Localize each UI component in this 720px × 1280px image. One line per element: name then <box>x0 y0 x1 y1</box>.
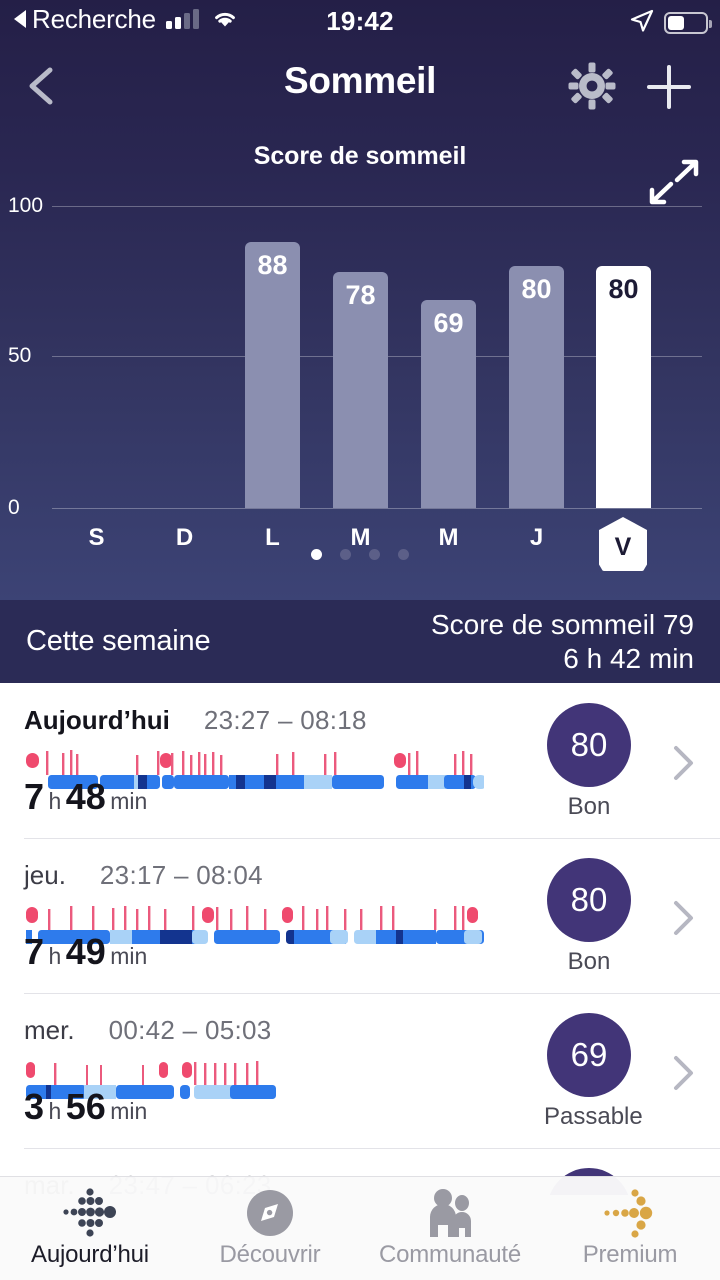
bar-value-J: 80 <box>521 274 552 304</box>
nights-list[interactable]: Aujourd’hui 23:27 – 08:18 7 h 48 min 80 … <box>0 683 720 1195</box>
sleep-duration: 7 h 49 min <box>24 931 147 973</box>
duration-minutes-unit: min <box>110 1098 148 1124</box>
duration-hours-unit: h <box>48 788 62 814</box>
week-summary-title: Cette semaine <box>26 625 211 657</box>
bar-value-V: 80 <box>608 274 639 304</box>
score-quality-label: Passable <box>544 1103 643 1130</box>
x-label-M1[interactable]: M <box>333 524 388 552</box>
dot-cluster-icon <box>0 1187 180 1239</box>
tab-label-communaute: Communauté <box>378 1241 522 1268</box>
list-item[interactable]: Aujourd’hui 23:27 – 08:18 7 h 48 min 80 … <box>0 683 720 838</box>
tab-decouvrir[interactable]: Découvrir <box>180 1177 360 1280</box>
week-summary-duration: 6 h 42 min <box>563 642 694 674</box>
gridline-100 <box>52 206 702 207</box>
chart-pager[interactable] <box>0 549 720 560</box>
chevron-right-icon[interactable] <box>668 898 698 938</box>
tab-bar[interactable]: Aujourd’hui Découvrir Communauté Premium <box>0 1176 720 1280</box>
premium-dots-icon <box>540 1187 720 1239</box>
row-day-label: Aujourd’hui <box>24 705 170 735</box>
bar-M1[interactable]: 78 <box>333 272 388 508</box>
list-item[interactable]: jeu. 23:17 – 08:04 7 h 49 min 80 Bon <box>0 838 720 993</box>
duration-hours-unit: h <box>48 943 62 969</box>
bar-V-today[interactable]: 80 <box>596 266 651 508</box>
score-badge: 80 Bon <box>544 703 634 821</box>
x-label-S[interactable]: S <box>69 524 124 552</box>
sleep-duration: 7 h 48 min <box>24 776 147 818</box>
duration-minutes-unit: min <box>110 943 148 969</box>
tab-premium[interactable]: Premium <box>540 1177 720 1280</box>
x-label-L[interactable]: L <box>245 524 300 552</box>
tab-communaute[interactable]: Communauté <box>360 1177 540 1280</box>
chevron-right-icon[interactable] <box>668 743 698 783</box>
score-circle: 80 <box>547 703 631 787</box>
x-label-J[interactable]: J <box>509 524 564 552</box>
bar-chart: 100 50 0 88 78 69 80 80 S D L M M J V <box>0 0 720 600</box>
bar-J[interactable]: 80 <box>509 266 564 508</box>
row-day-label: jeu. <box>24 860 66 890</box>
row-time-range: 23:17 – 08:04 <box>99 860 263 890</box>
x-label-M2[interactable]: M <box>421 524 476 552</box>
x-label-V-selected[interactable]: V <box>599 517 647 571</box>
x-label-D[interactable]: D <box>157 524 212 552</box>
score-badge: 80 Bon <box>544 858 634 976</box>
tab-label-premium: Premium <box>582 1241 678 1268</box>
bar-L[interactable]: 88 <box>245 242 300 508</box>
y-tick-100: 100 <box>8 194 44 217</box>
tab-label-decouvrir: Découvrir <box>219 1241 321 1268</box>
duration-hours: 7 <box>24 931 45 972</box>
duration-hours-unit: h <box>48 1098 62 1124</box>
sleep-duration: 3 h 56 min <box>24 1086 147 1128</box>
bar-value-L: 88 <box>257 250 288 280</box>
score-badge: 69 Passable <box>544 1013 643 1131</box>
compass-icon <box>180 1187 360 1239</box>
score-circle: 69 <box>547 1013 631 1097</box>
week-summary-band[interactable]: Cette semaine Score de sommeil 79 6 h 42… <box>0 600 720 683</box>
week-summary-stats: Score de sommeil 79 6 h 42 min <box>431 608 694 676</box>
duration-hours: 3 <box>24 1086 45 1127</box>
bar-value-M2: 69 <box>433 308 464 338</box>
duration-minutes: 49 <box>65 931 106 972</box>
duration-minutes: 56 <box>65 1086 106 1127</box>
duration-minutes: 48 <box>65 776 106 817</box>
row-time-range: 23:27 – 08:18 <box>203 705 367 735</box>
pager-dot-2[interactable] <box>340 549 351 560</box>
tab-aujourdhui[interactable]: Aujourd’hui <box>0 1177 180 1280</box>
week-summary-score: Score de sommeil 79 <box>430 608 694 640</box>
bar-value-M1: 78 <box>345 280 376 310</box>
bar-M2[interactable]: 69 <box>421 300 476 508</box>
duration-hours: 7 <box>24 776 45 817</box>
people-icon <box>360 1187 540 1239</box>
y-tick-50: 50 <box>8 344 32 367</box>
list-item[interactable]: mer. 00:42 – 05:03 3 h 56 min 69 Passabl… <box>0 993 720 1148</box>
pager-dot-1[interactable] <box>311 549 322 560</box>
score-quality-label: Bon <box>567 793 611 820</box>
gridline-0 <box>52 508 702 509</box>
row-time-range: 00:42 – 05:03 <box>108 1015 272 1045</box>
sleep-chart-panel: Recherche 19:42 Sommeil Score de sommeil… <box>0 0 720 600</box>
pager-dot-3[interactable] <box>369 549 380 560</box>
y-tick-0: 0 <box>8 496 20 519</box>
score-quality-label: Bon <box>567 948 611 975</box>
score-circle: 80 <box>547 858 631 942</box>
row-day-label: mer. <box>24 1015 75 1045</box>
duration-minutes-unit: min <box>110 788 148 814</box>
chevron-right-icon[interactable] <box>668 1053 698 1093</box>
tab-label-aujourdhui: Aujourd’hui <box>31 1241 149 1268</box>
pager-dot-4[interactable] <box>398 549 409 560</box>
